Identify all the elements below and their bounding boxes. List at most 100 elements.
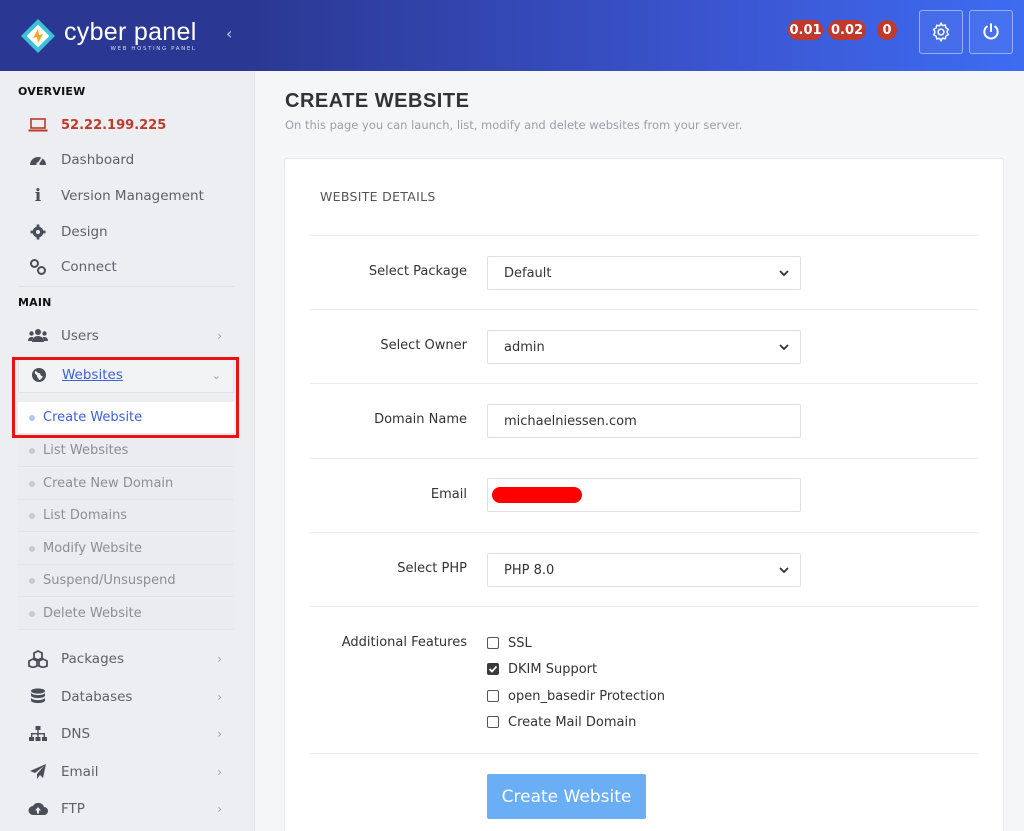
bullet-icon [29, 577, 35, 584]
form-divider [310, 309, 978, 310]
form-divider [310, 606, 978, 607]
brand: cyber panel WEB HOSTING PANEL [64, 19, 197, 52]
sidebar: OVERVIEW 52.22.199.225 Dashboard i Versi… [0, 71, 255, 831]
database-icon [27, 688, 49, 706]
sidebar-subitem-modify-website[interactable]: Modify Website [18, 533, 234, 565]
sidebar-item-packages[interactable]: Packages › [18, 641, 234, 677]
sidebar-item-websites[interactable]: Websites ⌄ [18, 357, 234, 393]
feature-ssl-checkbox[interactable]: SSL [487, 634, 532, 652]
users-icon [27, 327, 49, 345]
sidebar-subitem-label: List Websites [43, 443, 129, 458]
sidebar-subitem-label: Modify Website [43, 541, 143, 556]
redaction-mark [492, 487, 582, 503]
chevron-down-icon: ⌄ [211, 368, 221, 382]
checkbox-label: Create Mail Domain [508, 714, 637, 730]
sidebar-item-email[interactable]: Email › [18, 754, 234, 790]
sidebar-subitem-suspend-unsuspend[interactable]: Suspend/Unsuspend [18, 565, 234, 597]
form-divider [310, 458, 978, 459]
sidebar-collapse-chevron-icon[interactable]: ‹ [226, 24, 232, 43]
bullet-icon [29, 545, 35, 552]
feature-mail-domain-checkbox[interactable]: Create Mail Domain [487, 713, 636, 731]
bullet-icon [29, 610, 35, 617]
sidebar-subitem-label: List Domains [43, 508, 128, 523]
package-label: Select Package [368, 264, 467, 279]
sidebar-item-label: Users [61, 328, 99, 344]
feature-open-basedir-checkbox[interactable]: open_basedir Protection [487, 687, 665, 705]
package-select-value: Default [504, 265, 552, 281]
sidebar-item-label: FTP [61, 801, 85, 817]
brand-tagline: WEB HOSTING PANEL [110, 46, 197, 52]
sidebar-subitem-list-websites[interactable]: List Websites [18, 435, 234, 467]
power-icon [983, 23, 999, 40]
top-bar: 0.01 0.02 0 [255, 0, 1024, 71]
power-button[interactable] [969, 10, 1013, 54]
package-select[interactable]: Default [487, 256, 801, 290]
server-ip: 52.22.199.225 [61, 117, 167, 133]
owner-select[interactable]: admin [487, 330, 801, 364]
globe-icon [28, 366, 50, 384]
checkbox-icon [487, 637, 499, 649]
php-select[interactable]: PHP 8.0 [487, 553, 801, 587]
load-average-1-badge: 0.01 [788, 20, 823, 40]
email-label: Email [430, 487, 467, 502]
sidebar-item-dns[interactable]: DNS › [18, 716, 234, 752]
logo-bar: cyber panel WEB HOSTING PANEL ‹ [0, 0, 255, 71]
info-icon: i [34, 186, 42, 206]
sidebar-subitem-list-domains[interactable]: List Domains [18, 500, 234, 532]
link-icon [27, 258, 49, 276]
form-divider [310, 383, 978, 384]
sidebar-item-server-ip[interactable]: 52.22.199.225 [18, 107, 234, 143]
bullet-icon [29, 512, 35, 519]
sidebar-item-ftp[interactable]: FTP › [18, 791, 234, 827]
cog-icon [27, 223, 49, 241]
sidebar-subitem-create-new-domain[interactable]: Create New Domain [18, 468, 234, 500]
sidebar-subitem-create-website[interactable]: Create Website [18, 402, 234, 434]
sidebar-item-label: Connect [61, 259, 117, 275]
email-input[interactable] [487, 478, 801, 512]
sidebar-item-version-management[interactable]: i Version Management [18, 178, 234, 214]
chevron-right-icon: › [217, 727, 222, 741]
feature-dkim-checkbox[interactable]: DKIM Support [487, 660, 597, 678]
sidebar-item-databases[interactable]: Databases › [18, 679, 234, 715]
sidebar-item-connect[interactable]: Connect [18, 249, 234, 285]
gear-icon [932, 21, 950, 43]
sidebar-subitem-delete-website[interactable]: Delete Website [18, 598, 234, 630]
domain-name-input[interactable]: michaelniessen.com [487, 404, 801, 438]
sidebar-item-label: Design [61, 224, 108, 240]
form-divider [310, 235, 978, 236]
form-divider [310, 753, 978, 754]
checkbox-icon [487, 690, 499, 702]
sidebar-divider [18, 286, 234, 287]
php-label: Select PHP [397, 561, 467, 576]
sitemap-icon [27, 725, 49, 743]
chevron-right-icon: › [217, 652, 222, 666]
domain-label: Domain Name [374, 412, 467, 427]
chevron-right-icon: › [217, 765, 222, 779]
cloud-upload-icon [27, 800, 49, 818]
chevron-right-icon: › [217, 690, 222, 704]
bullet-icon [29, 447, 35, 454]
php-select-value: PHP 8.0 [504, 562, 555, 578]
sidebar-item-label: Packages [61, 651, 124, 667]
load-average-3-badge: 0 [877, 20, 897, 40]
sidebar-subitem-label: Create New Domain [43, 476, 174, 491]
checkbox-label: SSL [508, 635, 532, 651]
sidebar-item-design[interactable]: Design [18, 214, 234, 250]
bullet-icon [29, 480, 35, 487]
owner-label: Select Owner [380, 338, 467, 353]
chevron-down-icon [779, 567, 789, 574]
settings-button[interactable] [919, 10, 963, 54]
sidebar-item-users[interactable]: Users › [18, 318, 234, 354]
sidebar-item-label: Databases [61, 689, 133, 705]
chevron-down-icon [779, 270, 789, 277]
main-section-label: MAIN [18, 296, 52, 309]
sidebar-item-label: Dashboard [61, 152, 135, 168]
sidebar-subitem-label: Delete Website [43, 606, 142, 621]
sidebar-item-dashboard[interactable]: Dashboard [18, 142, 234, 178]
packages-icon [27, 650, 49, 668]
create-website-button[interactable]: Create Website [487, 774, 646, 819]
sidebar-subitem-label: Suspend/Unsuspend [43, 573, 176, 588]
card-title: WEBSITE DETAILS [320, 189, 436, 204]
chevron-right-icon: › [217, 802, 222, 816]
sidebar-subitem-label: Create Website [43, 410, 143, 425]
